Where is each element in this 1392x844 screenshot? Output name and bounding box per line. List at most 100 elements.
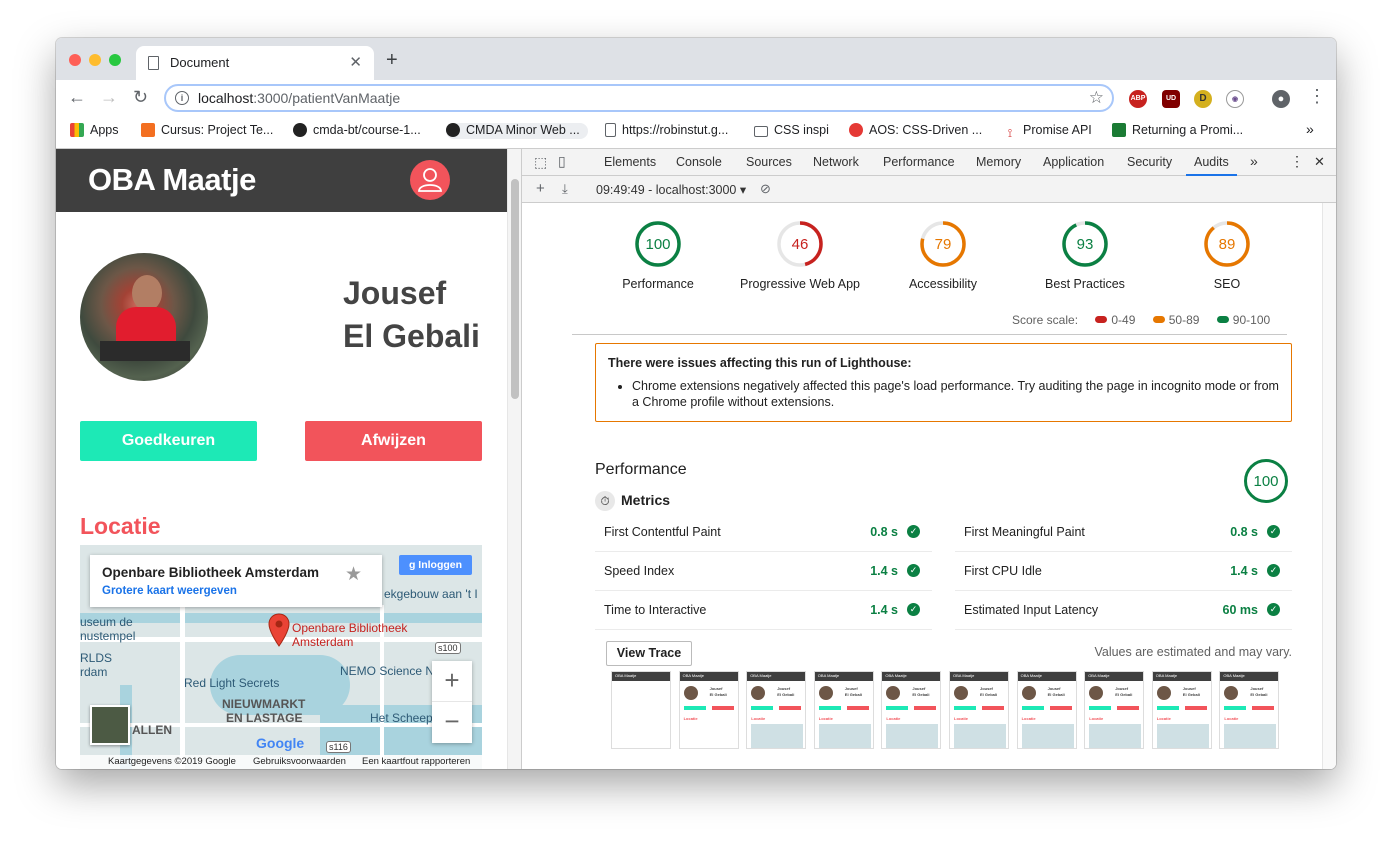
tab-application[interactable]: Application — [1043, 155, 1104, 169]
metric-name: First Meaningful Paint — [964, 525, 1085, 539]
gauge-value: 93 — [1077, 236, 1094, 253]
gauge-ring: 100 — [635, 221, 681, 267]
d-extension-icon[interactable]: D — [1194, 90, 1212, 108]
document-icon — [605, 123, 616, 137]
larger-map-link[interactable]: Grotere kaart weergeven — [102, 585, 237, 597]
devtools-tabs: ⬚ ▯ Elements Console Sources Network Per… — [522, 149, 1336, 176]
frame-title: OBA Maatje — [1223, 673, 1245, 678]
page-scrollbar[interactable] — [507, 149, 521, 769]
gauge-label: Performance — [622, 277, 694, 291]
info-icon[interactable]: i — [175, 91, 189, 105]
satellite-toggle[interactable] — [90, 705, 130, 745]
back-icon[interactable]: ← — [68, 87, 86, 107]
close-tab-icon[interactable]: ✕ — [349, 53, 362, 71]
tab-sources[interactable]: Sources — [746, 155, 792, 169]
frame-title: OBA Maatje — [953, 673, 975, 678]
metric-value: 1.4 s — [870, 564, 898, 578]
minimize-window-button[interactable] — [89, 54, 101, 66]
browser-tab[interactable]: Document ✕ — [136, 46, 374, 80]
new-tab-button[interactable]: + — [386, 50, 398, 70]
score-gauge-seo[interactable]: 89 SEO — [1157, 219, 1297, 291]
eye-extension-icon[interactable]: ◉ — [1226, 90, 1244, 108]
frame-name: Jousef El Gebali — [980, 686, 998, 697]
bookmark-promise-api[interactable]: ⟟ Promise API — [1003, 123, 1092, 140]
map-pin-icon[interactable] — [268, 613, 290, 647]
bookmark-cursus[interactable]: Cursus: Project Te... — [141, 123, 273, 137]
close-devtools-icon[interactable]: ✕ — [1314, 154, 1325, 170]
tab-elements[interactable]: Elements — [604, 155, 656, 169]
adblock-icon[interactable]: ABP — [1129, 90, 1147, 108]
view-trace-button[interactable]: View Trace — [606, 641, 692, 666]
road-shield: s116 — [326, 741, 351, 753]
zoom-window-button[interactable] — [109, 54, 121, 66]
pass-check-icon: ✓ — [1267, 603, 1280, 616]
metric-row: First Meaningful Paint 0.8 s ✓ — [955, 513, 1292, 552]
frame-location: Locatie — [1089, 716, 1104, 721]
gauge-label: Progressive Web App — [740, 277, 860, 291]
report-error-link[interactable]: Een kaartfout rapporteren — [362, 756, 470, 767]
address-bar[interactable]: i localhost:3000/patientVanMaatje ☆ — [164, 84, 1114, 112]
profile-icon[interactable]: ● — [1272, 90, 1290, 108]
apps-grid-icon — [70, 123, 84, 137]
filmstrip-frame: OBA Maatje Jousef El Gebali Locatie — [678, 671, 739, 749]
bookmark-cmda-minor[interactable]: CMDA Minor Web ... — [446, 123, 588, 139]
forward-icon[interactable]: → — [100, 87, 118, 107]
tab-memory[interactable]: Memory — [976, 155, 1021, 169]
app-header: OBA Maatje — [56, 149, 507, 212]
terms-link[interactable]: Gebruiksvoorwaarden — [253, 756, 346, 767]
gauge-ring: 79 — [920, 221, 966, 267]
reload-icon[interactable]: ↻ — [133, 87, 148, 107]
metric-value: 60 ms — [1222, 603, 1258, 617]
approve-button[interactable]: Goedkeuren — [80, 421, 257, 461]
filmstrip-frame: OBA Maatje Jousef El Gebali Locatie — [949, 671, 1009, 749]
zoom-in-button[interactable]: + — [432, 661, 472, 702]
url-text: localhost:3000/patientVanMaatje — [198, 90, 401, 106]
bookmark-aos[interactable]: AOS: CSS-Driven ... — [849, 123, 982, 137]
bookmark-css-inspi[interactable]: CSS inspi — [754, 123, 829, 137]
app-title: OBA Maatje — [88, 162, 256, 197]
filmstrip-frame: OBA Maatje — [611, 671, 671, 749]
tab-performance[interactable]: Performance — [883, 155, 955, 169]
download-icon[interactable]: ⤓ — [562, 181, 568, 197]
ublock-icon[interactable]: UD — [1162, 90, 1180, 108]
devtools-scrollbar[interactable] — [1322, 203, 1336, 769]
browser-window: Document ✕ + ← → ↻ i localhost:3000/pati… — [56, 38, 1336, 769]
clear-icon[interactable]: ⊘ — [760, 181, 771, 197]
filmstrip-frame: OBA Maatje Jousef El Gebali Locatie — [1219, 671, 1280, 749]
google-login-button[interactable]: g Inloggen — [399, 555, 472, 575]
zoom-out-button[interactable]: − — [432, 702, 472, 743]
more-bookmarks-icon[interactable]: » — [1306, 121, 1314, 137]
devtools-menu-icon[interactable]: ⋮ — [1290, 153, 1304, 170]
bookmark-cmda-bt[interactable]: cmda-bt/course-1... — [293, 123, 421, 137]
more-tabs-icon[interactable]: » — [1250, 153, 1258, 169]
user-button[interactable] — [410, 160, 450, 200]
device-toggle-icon[interactable]: ▯ — [558, 153, 566, 170]
tab-console[interactable]: Console — [676, 155, 722, 169]
reject-button[interactable]: Afwijzen — [305, 421, 482, 461]
metric-value: 1.4 s — [870, 603, 898, 617]
metric-name: First CPU Idle — [964, 564, 1042, 578]
score-gauge-best-practices[interactable]: 93 Best Practices — [1015, 219, 1155, 291]
bookmark-apps[interactable]: Apps — [70, 123, 119, 137]
bookmark-robinstut[interactable]: https://robinstut.g... — [605, 123, 728, 137]
pass-check-icon: ✓ — [907, 564, 920, 577]
gauge-ring: 93 — [1062, 221, 1108, 267]
stopwatch-icon: ⏱ — [595, 491, 615, 511]
tab-network[interactable]: Network — [813, 155, 859, 169]
bookmark-star-icon[interactable]: ☆ — [1089, 88, 1104, 108]
menu-dots-icon[interactable]: ⋮ — [1308, 86, 1326, 106]
google-map[interactable]: ekgebouw aan 't I useum de nustempel RLD… — [80, 545, 482, 769]
tab-security[interactable]: Security — [1127, 155, 1172, 169]
score-gauge-progressive-web-app[interactable]: 46 Progressive Web App — [730, 219, 870, 291]
new-audit-icon[interactable]: + — [536, 180, 545, 197]
score-gauge-accessibility[interactable]: 79 Accessibility — [873, 219, 1013, 291]
map-footer: Kaartgegevens ©2019 Google Gebruiksvoorw… — [80, 755, 482, 769]
report-selector[interactable]: 09:49:49 - localhost:3000 ▾ — [596, 182, 746, 197]
tab-audits[interactable]: Audits — [1186, 155, 1237, 176]
map-label: nustempel — [80, 629, 136, 643]
inspect-icon[interactable]: ⬚ — [534, 154, 547, 171]
bookmark-returning-promise[interactable]: Returning a Promi... — [1112, 123, 1243, 137]
save-star-icon[interactable]: ★ — [345, 563, 362, 586]
close-window-button[interactable] — [69, 54, 81, 66]
score-gauge-performance[interactable]: 100 Performance — [588, 219, 728, 291]
